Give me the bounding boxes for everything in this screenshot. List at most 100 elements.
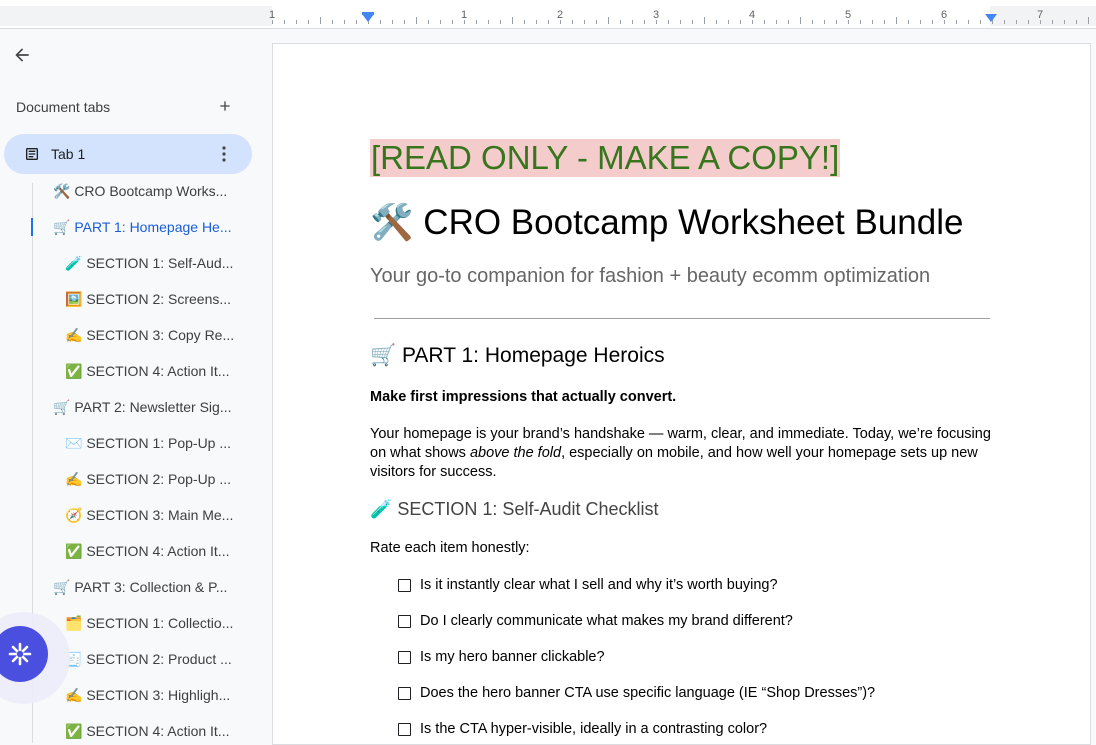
ruler-tick	[824, 20, 825, 24]
ruler-tick	[596, 20, 597, 24]
section1-heading: 🧪 SECTION 1: Self-Audit Checklist	[370, 499, 659, 519]
checklist-item: Is the CTA hyper-visible, ideally in a c…	[398, 721, 767, 737]
ruler-tick	[884, 20, 885, 24]
outline-item[interactable]: 🛒 PART 1: Homepage He...	[53, 219, 232, 236]
ruler-tick	[1004, 20, 1005, 24]
ruler-number: 1	[269, 9, 276, 21]
ruler-tick	[968, 20, 969, 24]
checkbox[interactable]	[398, 578, 411, 592]
ruler-tick	[320, 17, 321, 24]
ruler-tick	[500, 20, 501, 24]
checklist-item-label: Is the CTA hyper-visible, ideally in a c…	[420, 721, 768, 737]
outline-active-indicator	[31, 218, 33, 236]
ruler-tick	[380, 20, 381, 24]
rate-instruction: Rate each item honestly:	[370, 540, 530, 556]
ruler-tick	[776, 20, 777, 24]
outline-item[interactable]: 🧭 SECTION 3: Main Me...	[65, 507, 233, 524]
checklist-item: Does the hero banner CTA use specific la…	[398, 685, 875, 701]
ruler-number: 6	[941, 9, 948, 21]
ruler-tick	[812, 20, 813, 24]
ruler-tick	[620, 20, 621, 24]
ruler-tick	[536, 20, 537, 24]
ruler-tick	[572, 20, 573, 24]
checklist-item-label: Does the hero banner CTA use specific la…	[420, 685, 876, 701]
ruler-tick	[440, 20, 441, 24]
ruler-tick	[392, 20, 393, 24]
outline-item[interactable]: ✅ SECTION 4: Action It...	[65, 723, 229, 740]
ruler-tick	[404, 20, 405, 24]
document-subtitle: Your go-to companion for fashion + beaut…	[370, 265, 931, 287]
ruler-tick	[488, 20, 489, 24]
ruler-tick	[728, 20, 729, 24]
ruler-tick	[632, 20, 633, 24]
outline-item[interactable]: 🛠️ CRO Bootcamp Works...	[53, 183, 227, 200]
document-icon	[26, 148, 38, 160]
checklist-item-label: Do I clearly communicate what makes my b…	[420, 613, 793, 629]
ruler-number: 5	[845, 9, 852, 21]
checkbox[interactable]	[398, 614, 411, 628]
add-tab-button[interactable]	[214, 95, 236, 117]
ruler-tick	[332, 20, 333, 24]
ruler-tick	[668, 20, 669, 24]
ruler-number: 4	[749, 9, 756, 21]
checkbox[interactable]	[398, 686, 411, 700]
ruler-tick	[836, 20, 837, 24]
ruler-tick	[1016, 20, 1017, 24]
checklist-item: Is it instantly clear what I sell and wh…	[398, 577, 778, 593]
sparkle-icon	[8, 642, 32, 666]
outline-item[interactable]: 🧪 SECTION 1: Self-Aud...	[65, 255, 233, 272]
ruler-number: 2	[557, 9, 564, 21]
outline-item[interactable]: ✍️ SECTION 2: Pop-Up ...	[65, 471, 231, 488]
outline-item[interactable]: 🛒 PART 2: Newsletter Sig...	[53, 399, 232, 416]
ruler-number: 7	[1037, 9, 1044, 21]
ruler-tick	[584, 20, 585, 24]
ruler-tick	[800, 17, 801, 24]
outline-item[interactable]: ✉️ SECTION 1: Pop-Up ...	[65, 435, 231, 452]
outline-item[interactable]: 🛒 PART 3: Collection & P...	[53, 579, 227, 596]
ruler-tick	[608, 17, 609, 24]
outline-item[interactable]: 🗂️ SECTION 1: Collectio...	[65, 615, 233, 632]
ruler-number: 3	[653, 9, 660, 21]
ruler-tick	[740, 20, 741, 24]
tab-label: Tab 1	[51, 146, 86, 162]
more-vert-icon[interactable]	[216, 144, 232, 164]
ruler-tick	[956, 20, 957, 24]
document-tabs-title: Document tabs	[16, 99, 111, 115]
ruler-tick	[644, 20, 645, 24]
arrow-back-icon	[15, 48, 29, 62]
tab-1[interactable]: Tab 1	[4, 134, 252, 174]
ruler-tick	[344, 20, 345, 24]
outline-item[interactable]: 🧾 SECTION 2: Product ...	[65, 651, 232, 668]
outline-item[interactable]: ✍️ SECTION 3: Highligh...	[65, 687, 230, 704]
ruler-tick	[1088, 17, 1089, 24]
right-indent-marker[interactable]	[985, 14, 997, 22]
horizontal-ruler[interactable]: 1 1 2 3 4 5 6 7	[0, 0, 1096, 29]
checkbox[interactable]	[398, 650, 411, 664]
part1-heading: 🛒 PART 1: Homepage Heroics	[370, 344, 665, 367]
checklist-item: Do I clearly communicate what makes my b…	[398, 613, 793, 629]
outline-item[interactable]: ✅ SECTION 4: Action It...	[65, 543, 229, 560]
ruler-tick	[512, 17, 513, 24]
ruler-tick	[1076, 20, 1077, 24]
back-button[interactable]	[8, 41, 36, 69]
ruler-tick	[308, 20, 309, 24]
ruler-tick	[452, 20, 453, 24]
checklist-item-label: Is it instantly clear what I sell and wh…	[420, 577, 778, 593]
ruler-tick	[284, 20, 285, 24]
outline-item[interactable]: ✅ SECTION 4: Action It...	[65, 363, 229, 380]
ruler-tick	[764, 20, 765, 24]
read-only-banner: [READ ONLY - MAKE A COPY!]	[370, 139, 841, 177]
ruler-tick	[524, 20, 525, 24]
left-indent-marker[interactable]	[362, 14, 374, 22]
outline-item[interactable]: ✍️ SECTION 3: Copy Re...	[65, 327, 234, 344]
ruler-tick	[1028, 20, 1029, 24]
ruler-tick	[416, 17, 417, 24]
ruler-tick	[896, 17, 897, 24]
ruler-tick	[872, 20, 873, 24]
outline-item[interactable]: 🖼️ SECTION 2: Screens...	[65, 291, 231, 308]
checklist-item-label: Is my hero banner clickable?	[420, 649, 605, 665]
document-page[interactable]: [READ ONLY - MAKE A COPY!] 🛠️ CRO Bootca…	[272, 43, 1091, 745]
document-title: 🛠️ CRO Bootcamp Worksheet Bundle	[370, 203, 964, 242]
horizontal-divider	[374, 318, 990, 319]
ruler-tick	[788, 20, 789, 24]
